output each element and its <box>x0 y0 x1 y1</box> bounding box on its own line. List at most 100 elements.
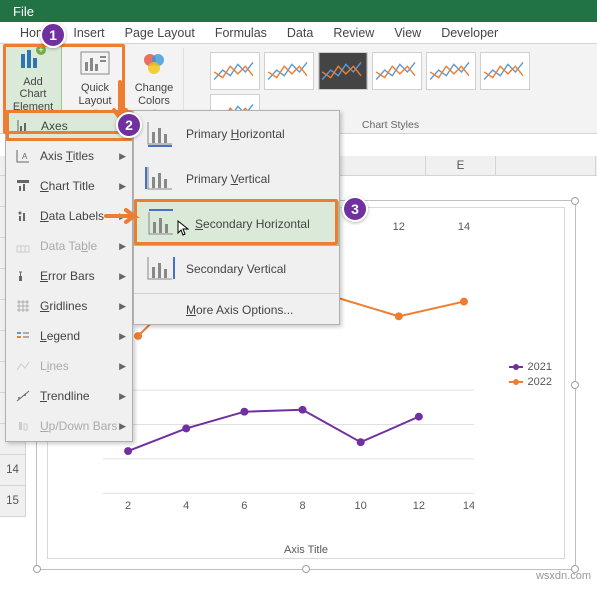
svg-text:8: 8 <box>299 500 305 512</box>
row-header[interactable]: 14 <box>0 455 26 486</box>
menu-item-label: Data Labels <box>40 209 104 223</box>
menu-item-label: Chart Title <box>40 179 95 193</box>
menu-item-label: Axis Titles <box>40 149 94 163</box>
svg-text:12: 12 <box>413 500 425 512</box>
svg-text:+: + <box>38 45 43 55</box>
tab-view[interactable]: View <box>384 22 431 43</box>
annotation-marker-2: 2 <box>116 112 142 138</box>
tab-insert[interactable]: Insert <box>63 22 114 43</box>
quick-layout-button[interactable]: Quick Layout▾ <box>70 46 120 118</box>
menu-item-error-bars[interactable]: Error Bars ▶ <box>6 261 132 291</box>
lines-icon <box>12 358 34 374</box>
submenu-arrow-icon: ▶ <box>119 271 126 282</box>
menu-item-primary-horizontal[interactable]: Primary Horizontal <box>134 111 339 156</box>
add-chart-element-button[interactable]: + Add Chart Element▾ <box>4 46 62 118</box>
add-chart-element-menu: Axes ▶ A Axis Titles ▶ Chart Title ▶ Dat… <box>5 110 133 442</box>
svg-text:2: 2 <box>125 500 131 512</box>
primary-vertical-icon <box>140 163 180 195</box>
menu-item-more-axis-options[interactable]: More Axis Options... <box>134 296 339 324</box>
submenu-arrow-icon: ▶ <box>119 211 126 222</box>
svg-text:6: 6 <box>241 500 247 512</box>
menu-item-legend[interactable]: Legend ▶ <box>6 321 132 351</box>
error-bars-icon <box>12 268 34 284</box>
change-colors-icon <box>138 48 170 80</box>
svg-text:A: A <box>22 152 28 161</box>
change-colors-button[interactable]: Change Colors▾ <box>129 46 179 118</box>
submenu-arrow-icon: ▶ <box>119 301 126 312</box>
chart-style-preview[interactable] <box>210 52 260 90</box>
quick-layout-label: Quick Layout <box>78 82 111 106</box>
secondary-horizontal-icon <box>141 208 181 240</box>
svg-text:10: 10 <box>355 500 367 512</box>
menu-item-label: Primary Vertical <box>186 172 270 186</box>
row-header[interactable]: 15 <box>0 486 26 517</box>
submenu-arrow-icon: ▶ <box>119 151 126 162</box>
menu-item-label: Up/Down Bars <box>40 419 117 433</box>
axes-icon <box>13 118 35 134</box>
menu-item-data-labels[interactable]: Data Labels ▶ <box>6 201 132 231</box>
file-tab[interactable]: File <box>0 4 47 19</box>
menu-item-label: More Axis Options... <box>186 303 293 317</box>
chart-style-preview[interactable] <box>480 52 530 90</box>
data-table-icon <box>12 238 34 254</box>
menu-item-label: Secondary Vertical <box>186 262 286 276</box>
chart-style-preview[interactable] <box>264 52 314 90</box>
submenu-arrow-icon: ▶ <box>119 391 126 402</box>
legend-icon <box>12 328 34 344</box>
tab-developer[interactable]: Developer <box>431 22 508 43</box>
svg-text:4: 4 <box>183 500 189 512</box>
menu-item-label: Error Bars <box>40 269 95 283</box>
svg-text:14: 14 <box>458 221 470 233</box>
submenu-arrow-icon: ▶ <box>119 421 126 432</box>
menu-item-primary-vertical[interactable]: Primary Vertical <box>134 156 339 201</box>
menu-item-updown-bars: Up/Down Bars ▶ <box>6 411 132 441</box>
data-labels-icon <box>12 208 34 224</box>
add-chart-element-label: Add Chart Element <box>9 76 57 112</box>
submenu-arrow-icon: ▶ <box>119 181 126 192</box>
column-header[interactable] <box>496 156 596 175</box>
menu-item-data-table: Data Table ▶ <box>6 231 132 261</box>
column-header-e[interactable]: E <box>426 156 496 175</box>
menu-item-secondary-vertical[interactable]: Secondary Vertical <box>134 246 339 291</box>
chart-element-icon: + <box>17 42 49 74</box>
legend-swatch: .legend div:nth-child(1) .swatch::after{… <box>509 366 523 368</box>
tab-data[interactable]: Data <box>277 22 323 43</box>
chart-style-preview[interactable] <box>426 52 476 90</box>
menu-item-label: Secondary Horizontal <box>195 217 310 231</box>
menu-item-trendline[interactable]: Trendline ▶ <box>6 381 132 411</box>
menu-item-label: Legend <box>40 329 80 343</box>
menu-item-label: Axes <box>41 119 68 133</box>
chart-style-preview[interactable] <box>372 52 422 90</box>
annotation-marker-3: 3 <box>342 196 368 222</box>
legend-label: 2022 <box>528 376 552 388</box>
tab-formulas[interactable]: Formulas <box>205 22 277 43</box>
watermark: wsxdn.com <box>536 570 591 582</box>
menu-item-label: Gridlines <box>40 299 87 313</box>
menu-item-lines: Lines ▶ <box>6 351 132 381</box>
svg-text:14: 14 <box>463 500 474 512</box>
title-bar: File <box>0 0 597 22</box>
chart-title-icon <box>12 178 34 194</box>
gridlines-icon <box>12 298 34 314</box>
updown-bars-icon <box>12 418 34 434</box>
axis-title-horizontal[interactable]: Axis Title <box>284 544 328 556</box>
axes-submenu: Primary Horizontal Primary Vertical Seco… <box>133 110 340 325</box>
trendline-icon <box>12 388 34 404</box>
menu-item-axis-titles[interactable]: A Axis Titles ▶ <box>6 141 132 171</box>
primary-horizontal-icon <box>140 118 180 150</box>
menu-item-axes[interactable]: Axes ▶ <box>6 111 132 141</box>
menu-item-chart-title[interactable]: Chart Title ▶ <box>6 171 132 201</box>
submenu-arrow-icon: ▶ <box>119 241 126 252</box>
chart-style-preview[interactable] <box>318 52 368 90</box>
tab-page-layout[interactable]: Page Layout <box>115 22 205 43</box>
legend-label: 2021 <box>528 361 552 373</box>
menu-item-label: Trendline <box>40 389 90 403</box>
menu-item-label: Primary Horizontal <box>186 127 285 141</box>
axis-titles-icon: A <box>12 148 34 164</box>
chart-legend[interactable]: .legend div:nth-child(1) .swatch::after{… <box>509 358 552 391</box>
svg-text:12: 12 <box>393 221 405 233</box>
tab-review[interactable]: Review <box>323 22 384 43</box>
menu-item-gridlines[interactable]: Gridlines ▶ <box>6 291 132 321</box>
menu-item-secondary-horizontal[interactable]: Secondary Horizontal <box>134 201 339 246</box>
secondary-vertical-icon <box>140 253 180 285</box>
